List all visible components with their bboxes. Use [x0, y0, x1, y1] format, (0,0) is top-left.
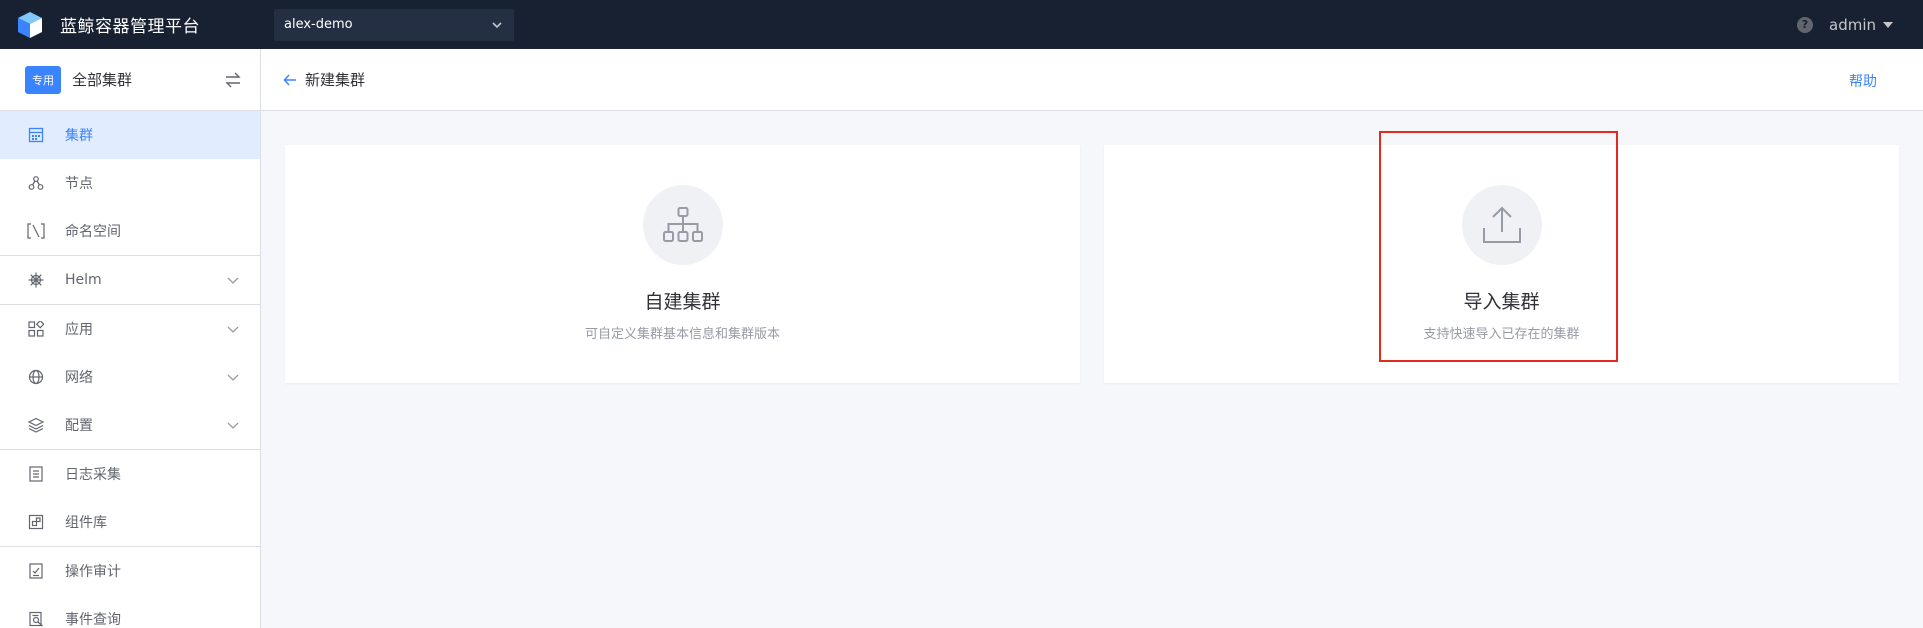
sidebar-item-log-collection[interactable]: 日志采集 [0, 450, 260, 498]
event-search-icon [27, 610, 45, 628]
network-icon [27, 368, 45, 386]
sidebar-item-config[interactable]: 配置 [0, 401, 260, 449]
top-navbar: 蓝鲸容器管理平台 alex-demo ? admin [0, 0, 1923, 49]
component-icon [27, 513, 45, 531]
sidebar-item-audit[interactable]: 操作审计 [0, 547, 260, 595]
sidebar-item-network[interactable]: 网络 [0, 353, 260, 401]
sidebar-nav: 集群 节点 命名空间 Helm 应用 网络 配置 日志采集 组件库 操作审计 事… [0, 111, 260, 628]
sidebar-item-helm[interactable]: Helm [0, 256, 260, 304]
log-icon [27, 465, 45, 483]
username: admin [1829, 15, 1876, 34]
page-header: 新建集群 帮助 [261, 49, 1923, 111]
chevron-down-icon [227, 422, 239, 429]
switch-arrows-icon[interactable] [224, 71, 242, 89]
layers-icon [27, 416, 45, 434]
help-link[interactable]: 帮助 [1849, 71, 1877, 91]
project-select[interactable]: alex-demo [274, 8, 514, 41]
import-cluster-card[interactable]: 导入集群 支持快速导入已存在的集群 [1104, 145, 1899, 383]
sidebar-item-event-query[interactable]: 事件查询 [0, 595, 260, 628]
sidebar: 专用 全部集群 集群 节点 命名空间 Helm 应用 网络 配置 日志采集 组件… [0, 49, 261, 628]
sidebar-item-namespace[interactable]: 命名空间 [0, 207, 260, 255]
audit-icon [27, 562, 45, 580]
card-description: 可自定义集群基本信息和集群版本 [584, 327, 780, 342]
app-title: 蓝鲸容器管理平台 [60, 17, 200, 37]
help-icon[interactable]: ? [1797, 16, 1813, 33]
back-arrow-icon[interactable] [281, 71, 299, 89]
project-select-value: alex-demo [284, 17, 353, 32]
cluster-name: 全部集群 [72, 71, 133, 89]
chevron-down-icon [227, 374, 239, 381]
brand[interactable]: 蓝鲸容器管理平台 [14, 9, 259, 41]
card-title: 自建集群 [644, 291, 721, 313]
sidebar-item-label: 日志采集 [65, 467, 121, 483]
caret-down-icon [1883, 21, 1893, 28]
sidebar-item-label: 配置 [65, 418, 93, 434]
sidebar-item-label: 集群 [65, 128, 93, 144]
cluster-tag-badge: 专用 [25, 65, 61, 94]
page-title: 新建集群 [305, 71, 366, 89]
sidebar-item-label: 组件库 [65, 515, 107, 531]
upload-icon [1461, 185, 1542, 265]
card-title: 导入集群 [1463, 291, 1540, 313]
helm-icon [27, 271, 45, 289]
sidebar-item-components[interactable]: 组件库 [0, 498, 260, 546]
chevron-down-icon [227, 326, 239, 333]
sidebar-item-label: 操作审计 [65, 564, 121, 580]
sidebar-item-label: 事件查询 [65, 612, 121, 628]
grid-icon [27, 126, 45, 144]
nodes-icon [27, 174, 45, 192]
chevron-down-icon [492, 21, 502, 28]
user-menu[interactable]: admin [1829, 16, 1893, 34]
apps-icon [27, 320, 45, 338]
namespace-icon [27, 222, 45, 240]
sidebar-item-label: 网络 [65, 370, 93, 386]
sidebar-item-cluster[interactable]: 集群 [0, 111, 260, 159]
sidebar-item-label: 命名空间 [65, 224, 121, 240]
create-cluster-card[interactable]: 自建集群 可自定义集群基本信息和集群版本 [285, 145, 1080, 383]
cube-logo-icon [14, 9, 46, 41]
hierarchy-icon [642, 185, 723, 265]
sidebar-item-label: 应用 [65, 322, 93, 338]
sidebar-item-label: 节点 [65, 176, 93, 192]
sidebar-item-apps[interactable]: 应用 [0, 305, 260, 353]
chevron-down-icon [227, 277, 239, 284]
sidebar-item-nodes[interactable]: 节点 [0, 159, 260, 207]
cluster-switcher[interactable]: 专用 全部集群 [0, 49, 260, 111]
card-description: 支持快速导入已存在的集群 [1423, 327, 1580, 342]
sidebar-item-label: Helm [65, 272, 102, 288]
